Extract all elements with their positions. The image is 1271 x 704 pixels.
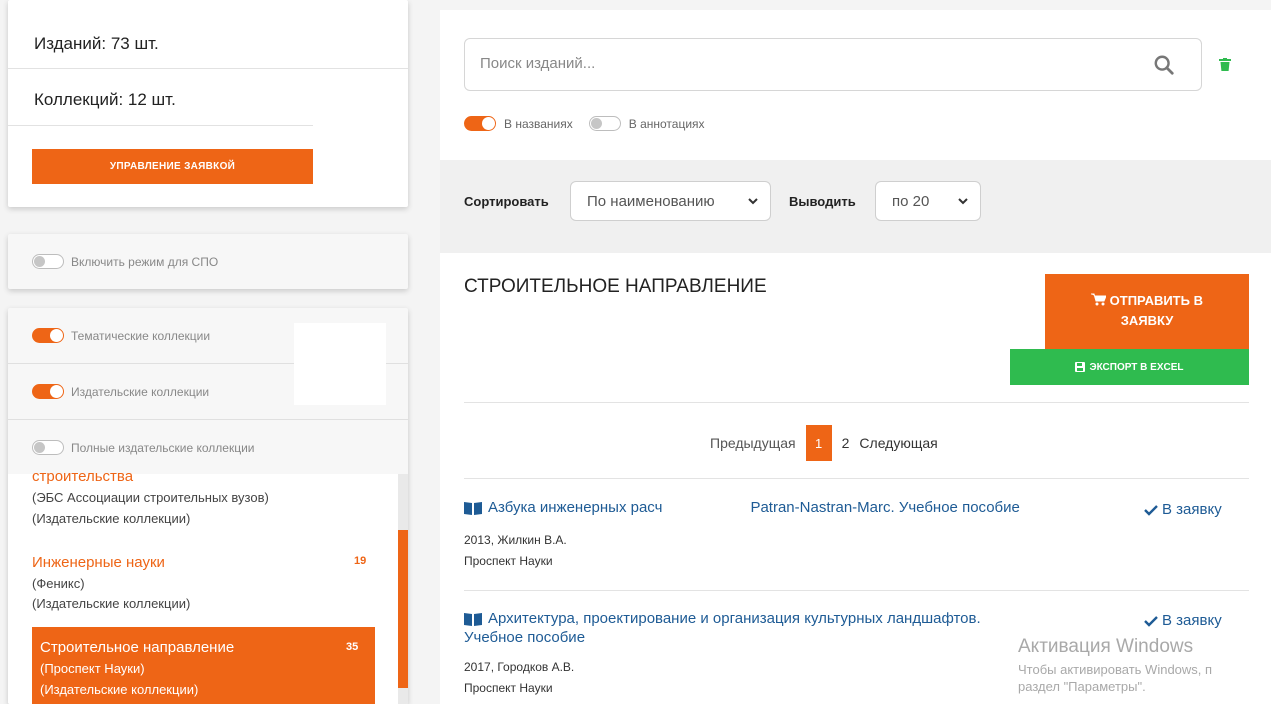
save-icon bbox=[1075, 362, 1086, 372]
trash-icon[interactable] bbox=[1219, 58, 1231, 71]
page-size-select[interactable]: по 20 bbox=[875, 181, 981, 221]
collection-item-publisher: (ЭБС Ассоциации строительных вузов) bbox=[32, 490, 269, 505]
filter-thematic[interactable]: Тематические коллекции bbox=[32, 328, 210, 343]
search-in-titles-toggle[interactable] bbox=[464, 116, 496, 131]
export-excel-label: ЭКСПОРТ В EXCEL bbox=[1089, 361, 1184, 373]
filter-publisher[interactable]: Издательские коллекции bbox=[32, 384, 209, 399]
editions-count: Изданий: 73 шт. bbox=[34, 34, 159, 53]
collection-item-title: Строительное направление bbox=[40, 639, 235, 656]
collection-list: строительства (ЭБС Ассоциации строительн… bbox=[8, 468, 408, 704]
pagination-next[interactable]: Следующая bbox=[859, 435, 937, 451]
sort-select[interactable]: По наименованию bbox=[570, 181, 771, 221]
collection-item-type: (Издательские коллекции) bbox=[32, 511, 191, 526]
show-label: Выводить bbox=[789, 194, 856, 209]
collection-item-title[interactable]: Инженерные науки bbox=[32, 554, 165, 571]
collection-item-type: (Издательские коллекции) bbox=[40, 682, 199, 697]
add-to-request-link[interactable]: В заявку bbox=[1144, 612, 1222, 629]
collection-item-count: 19 bbox=[354, 555, 367, 567]
collection-item-type: (Издательские коллекции) bbox=[32, 596, 191, 611]
sort-label: Сортировать bbox=[464, 194, 549, 209]
pagination-prev[interactable]: Предыдущая bbox=[710, 435, 796, 451]
book-item: Азбука инженерных расч Patran-Nastran-Ma… bbox=[464, 499, 1249, 568]
book-title[interactable]: Азбука инженерных расч Patran-Nastran-Ma… bbox=[464, 499, 1249, 516]
search-input[interactable] bbox=[480, 55, 1080, 72]
pagination: Предыдущая 1 2 Следующая bbox=[710, 425, 938, 461]
filter-publisher-toggle[interactable] bbox=[32, 384, 64, 399]
spo-mode-toggle-row[interactable]: Включить режим для СПО bbox=[32, 254, 218, 269]
pagination-page-current[interactable]: 1 bbox=[805, 425, 832, 461]
divider bbox=[464, 478, 1249, 479]
add-to-request-link[interactable]: В заявку bbox=[1144, 501, 1222, 518]
search-icon[interactable] bbox=[1153, 54, 1175, 76]
manage-request-button[interactable]: УПРАВЛЕНИЕ ЗАЯВКОЙ bbox=[32, 149, 313, 184]
filter-publisher-label: Издательские коллекции bbox=[71, 384, 210, 399]
pagination-page[interactable]: 2 bbox=[842, 435, 850, 451]
sort-bar: Сортировать По наименованию Выводить по … bbox=[440, 160, 1271, 253]
check-icon bbox=[1144, 615, 1158, 627]
spo-mode-card: Включить режим для СПО bbox=[8, 234, 408, 289]
book-title-text: Patran-Nastran-Marc. Учебное пособие bbox=[750, 499, 1020, 516]
filter-full-publisher-toggle[interactable] bbox=[32, 440, 64, 455]
book-publisher: Проспект Науки bbox=[464, 554, 553, 568]
collection-item-count: 35 bbox=[346, 641, 359, 653]
blank-panel bbox=[294, 323, 386, 405]
book-title[interactable]: Архитектура, проектирование и организаци… bbox=[464, 610, 1249, 627]
main-panel: В названиях В аннотациях Сортировать По … bbox=[440, 10, 1271, 704]
send-button-line1: ОТПРАВИТЬ В bbox=[1109, 293, 1203, 308]
collection-item-title[interactable]: строительства bbox=[32, 468, 133, 485]
export-excel-button[interactable]: ЭКСПОРТ В EXCEL bbox=[1010, 349, 1249, 385]
filter-thematic-label: Тематические коллекции bbox=[71, 328, 211, 343]
search-in-annotations[interactable]: В аннотациях bbox=[588, 116, 705, 131]
divider bbox=[464, 402, 1249, 403]
cart-icon bbox=[1091, 293, 1107, 306]
spo-mode-toggle[interactable] bbox=[32, 254, 64, 269]
chevron-down-icon bbox=[958, 198, 968, 205]
scrollbar-thumb[interactable] bbox=[398, 530, 408, 688]
filter-full-publisher[interactable]: Полные издательские коллекции bbox=[32, 440, 255, 455]
collections-count: Коллекций: 12 шт. bbox=[34, 90, 176, 109]
book-year-author: 2013, Жилкин В.А. bbox=[464, 533, 567, 547]
send-to-request-button[interactable]: ОТПРАВИТЬ В ЗАЯВКУ bbox=[1045, 274, 1249, 349]
divider bbox=[8, 68, 408, 69]
search-box bbox=[464, 38, 1202, 91]
check-icon bbox=[1144, 504, 1158, 516]
section-title: СТРОИТЕЛЬНОЕ НАПРАВЛЕНИЕ bbox=[464, 276, 767, 297]
search-in-titles-label: В названиях bbox=[504, 116, 573, 131]
search-in-annotations-label: В аннотациях bbox=[628, 116, 705, 131]
collections-card: Тематические коллекции Издательские колл… bbox=[8, 308, 408, 704]
windows-activation-watermark: Активация Windows Чтобы активировать Win… bbox=[1018, 636, 1212, 694]
book-title-text: Азбука инженерных расч bbox=[488, 499, 663, 516]
add-to-request-label: В заявку bbox=[1162, 612, 1222, 629]
collection-item-publisher: (Проспект Науки) bbox=[40, 661, 145, 676]
send-button-line2: ЗАЯВКУ bbox=[1120, 313, 1174, 328]
watermark-line1: Чтобы активировать Windows, п bbox=[1018, 662, 1213, 677]
page-size-select-value: по 20 bbox=[892, 192, 930, 210]
sort-select-value: По наименованию bbox=[587, 192, 715, 210]
divider bbox=[8, 125, 313, 126]
divider bbox=[464, 590, 1249, 591]
chevron-down-icon bbox=[748, 198, 758, 205]
search-in-titles[interactable]: В названиях bbox=[464, 116, 573, 131]
search-in-annotations-toggle[interactable] bbox=[588, 116, 621, 131]
book-icon bbox=[464, 613, 482, 626]
watermark-title: Активация Windows bbox=[1018, 636, 1194, 657]
add-to-request-label: В заявку bbox=[1162, 501, 1222, 518]
book-title-text: Архитектура, проектирование и организаци… bbox=[488, 610, 981, 627]
filter-full-publisher-label: Полные издательские коллекции bbox=[71, 440, 255, 455]
watermark-line2: раздел "Параметры". bbox=[1018, 679, 1146, 694]
search-options: В названиях В аннотациях bbox=[464, 116, 705, 131]
collection-item-publisher: (Феникс) bbox=[32, 576, 85, 591]
filter-thematic-toggle[interactable] bbox=[32, 328, 64, 343]
book-icon bbox=[464, 502, 482, 515]
spo-mode-label: Включить режим для СПО bbox=[71, 254, 219, 269]
stats-card: Изданий: 73 шт. Коллекций: 12 шт. УПРАВЛ… bbox=[8, 0, 408, 207]
collection-item-active[interactable]: Строительное направление 35 (Проспект На… bbox=[32, 627, 375, 704]
